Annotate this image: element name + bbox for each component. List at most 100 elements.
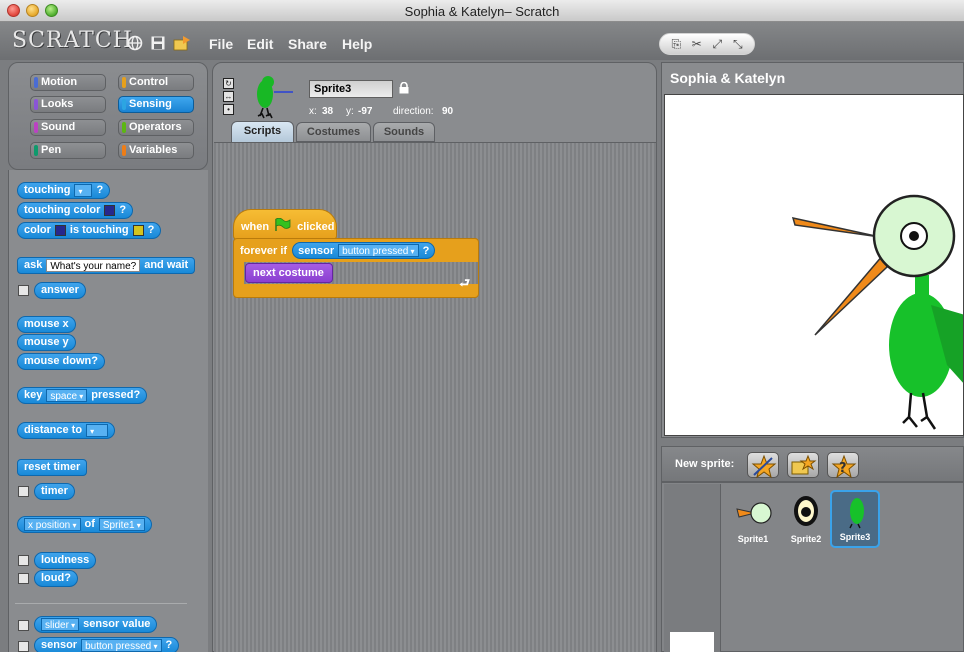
category-sound[interactable]: Sound bbox=[30, 119, 106, 136]
sensor-dropdown[interactable]: slider bbox=[41, 618, 80, 631]
paint-new-sprite-button[interactable] bbox=[747, 452, 779, 479]
block-loud[interactable]: loud? bbox=[34, 570, 78, 587]
sensor-dropdown[interactable]: button pressed bbox=[338, 244, 419, 257]
tab-sounds[interactable]: Sounds bbox=[373, 122, 435, 142]
svg-text:?: ? bbox=[839, 461, 847, 476]
block-timer[interactable]: timer bbox=[34, 483, 75, 500]
sensor-value-checkbox[interactable] bbox=[18, 620, 29, 631]
block-label: sensor bbox=[41, 639, 78, 651]
duplicate-tool-icon[interactable]: ⎘ bbox=[667, 36, 685, 52]
block-label: ? bbox=[422, 244, 430, 257]
color-swatch[interactable] bbox=[54, 225, 66, 236]
lock-icon[interactable] bbox=[399, 81, 409, 94]
block-label: distance to bbox=[24, 424, 83, 436]
loop-arrow-icon: ⮐ bbox=[459, 276, 470, 290]
block-key-pressed[interactable]: key space pressed? bbox=[17, 387, 148, 404]
ask-text-slot[interactable]: What's your name? bbox=[46, 259, 141, 272]
sprite3-image bbox=[849, 498, 864, 529]
touching-dropdown[interactable] bbox=[74, 184, 93, 197]
block-attribute-of[interactable]: x position of Sprite1 bbox=[17, 516, 152, 533]
block-label: answer bbox=[41, 284, 79, 296]
block-ask-and-wait[interactable]: ask What's your name? and wait bbox=[17, 257, 196, 274]
sprite-thumb-sprite2[interactable]: Sprite2 bbox=[781, 490, 831, 548]
menu-file[interactable]: File bbox=[209, 36, 233, 52]
menu-share[interactable]: Share bbox=[288, 36, 327, 52]
block-label: is touching bbox=[69, 224, 129, 236]
delete-scissors-icon[interactable]: ✂ bbox=[688, 36, 706, 52]
block-label: clicked bbox=[297, 220, 335, 233]
block-mouse-x[interactable]: mouse x bbox=[17, 316, 76, 333]
block-label: reset timer bbox=[24, 461, 81, 473]
block-label: loud? bbox=[41, 572, 71, 584]
new-sprite-label: New sprite: bbox=[675, 458, 735, 470]
block-loudness[interactable]: loudness bbox=[34, 552, 97, 569]
sprite-name-field[interactable]: Sprite3 bbox=[309, 80, 393, 98]
block-label: mouse y bbox=[24, 336, 69, 348]
block-label: timer bbox=[41, 485, 68, 497]
color-swatch[interactable] bbox=[104, 205, 116, 216]
sensor-pressed-condition[interactable]: sensor button pressed ? bbox=[292, 242, 436, 259]
question-star-icon: ? bbox=[831, 454, 857, 479]
attribute-dropdown[interactable]: x position bbox=[24, 518, 81, 531]
block-mouse-y[interactable]: mouse y bbox=[17, 334, 76, 351]
tab-scripts[interactable]: Scripts bbox=[231, 121, 294, 143]
block-label: next costume bbox=[253, 267, 324, 279]
loudness-checkbox[interactable] bbox=[18, 555, 29, 566]
key-dropdown[interactable]: space bbox=[46, 389, 88, 402]
block-label: of bbox=[84, 518, 95, 530]
block-color-is-touching[interactable]: color is touching ? bbox=[17, 222, 162, 239]
menu-help[interactable]: Help bbox=[342, 36, 372, 52]
block-reset-timer[interactable]: reset timer bbox=[17, 459, 88, 476]
block-label: mouse x bbox=[24, 318, 69, 330]
save-icon[interactable] bbox=[150, 35, 166, 51]
when-flag-clicked-block[interactable]: when clicked bbox=[233, 209, 337, 240]
category-variables[interactable]: Variables bbox=[118, 142, 194, 159]
globe-icon[interactable] bbox=[127, 35, 143, 51]
category-motion[interactable]: Motion bbox=[30, 74, 106, 91]
rotate-style-full-icon[interactable]: ↻ bbox=[223, 78, 234, 89]
stage-canvas[interactable] bbox=[664, 94, 964, 436]
category-looks[interactable]: Looks bbox=[30, 96, 106, 113]
x-label: x: bbox=[309, 106, 317, 117]
rotate-style-none-icon[interactable]: • bbox=[223, 104, 234, 115]
choose-sprite-file-button[interactable] bbox=[787, 452, 819, 478]
block-sensor-value[interactable]: slider sensor value bbox=[34, 616, 158, 633]
window-title: Sophia & Katelyn– Scratch bbox=[404, 4, 560, 19]
x-value: 38 bbox=[322, 106, 334, 117]
sprite-label: Sprite3 bbox=[839, 532, 871, 542]
tab-costumes[interactable]: Costumes bbox=[296, 122, 371, 142]
category-sensing[interactable]: Sensing bbox=[118, 96, 194, 113]
block-answer[interactable]: answer bbox=[34, 282, 86, 299]
block-distance-to[interactable]: distance to bbox=[17, 422, 116, 439]
block-mouse-down[interactable]: mouse down? bbox=[17, 353, 105, 370]
sensor-dropdown[interactable]: button pressed bbox=[81, 639, 162, 652]
rotate-style-leftright-icon[interactable]: ↔ bbox=[223, 91, 234, 102]
share-upload-icon[interactable] bbox=[173, 35, 190, 51]
sprite-thumb-sprite3[interactable]: Sprite3 bbox=[830, 490, 880, 548]
block-touching[interactable]: touching ? bbox=[17, 182, 111, 199]
loud-checkbox[interactable] bbox=[18, 573, 29, 584]
answer-checkbox[interactable] bbox=[18, 285, 29, 296]
sprite-dropdown[interactable]: Sprite1 bbox=[98, 518, 145, 531]
category-operators[interactable]: Operators bbox=[118, 119, 194, 136]
timer-checkbox[interactable] bbox=[18, 486, 29, 497]
grow-icon[interactable]: ⤢ bbox=[708, 36, 726, 52]
distance-dropdown[interactable] bbox=[86, 424, 109, 437]
paint-star-icon bbox=[751, 454, 777, 479]
y-value: -97 bbox=[358, 106, 373, 117]
stage-thumbnail[interactable] bbox=[670, 632, 714, 652]
block-label: touching bbox=[24, 184, 71, 196]
surprise-sprite-button[interactable]: ? bbox=[827, 452, 859, 479]
sprite-thumb-sprite1[interactable]: Sprite1 bbox=[728, 490, 778, 548]
next-costume-block[interactable]: next costume bbox=[245, 263, 333, 283]
block-touching-color[interactable]: touching color ? bbox=[17, 202, 134, 219]
category-control[interactable]: Control bbox=[118, 74, 194, 91]
direction-label: direction: bbox=[393, 106, 434, 117]
color-swatch[interactable] bbox=[132, 225, 144, 236]
menu-edit[interactable]: Edit bbox=[247, 36, 273, 52]
block-label: ask bbox=[24, 259, 43, 271]
shrink-icon[interactable]: ⤡ bbox=[729, 36, 747, 52]
category-pen[interactable]: Pen bbox=[30, 142, 106, 159]
block-sensor-pressed[interactable]: sensor button pressed ? bbox=[34, 637, 180, 652]
sensor-pressed-checkbox[interactable] bbox=[18, 641, 29, 652]
